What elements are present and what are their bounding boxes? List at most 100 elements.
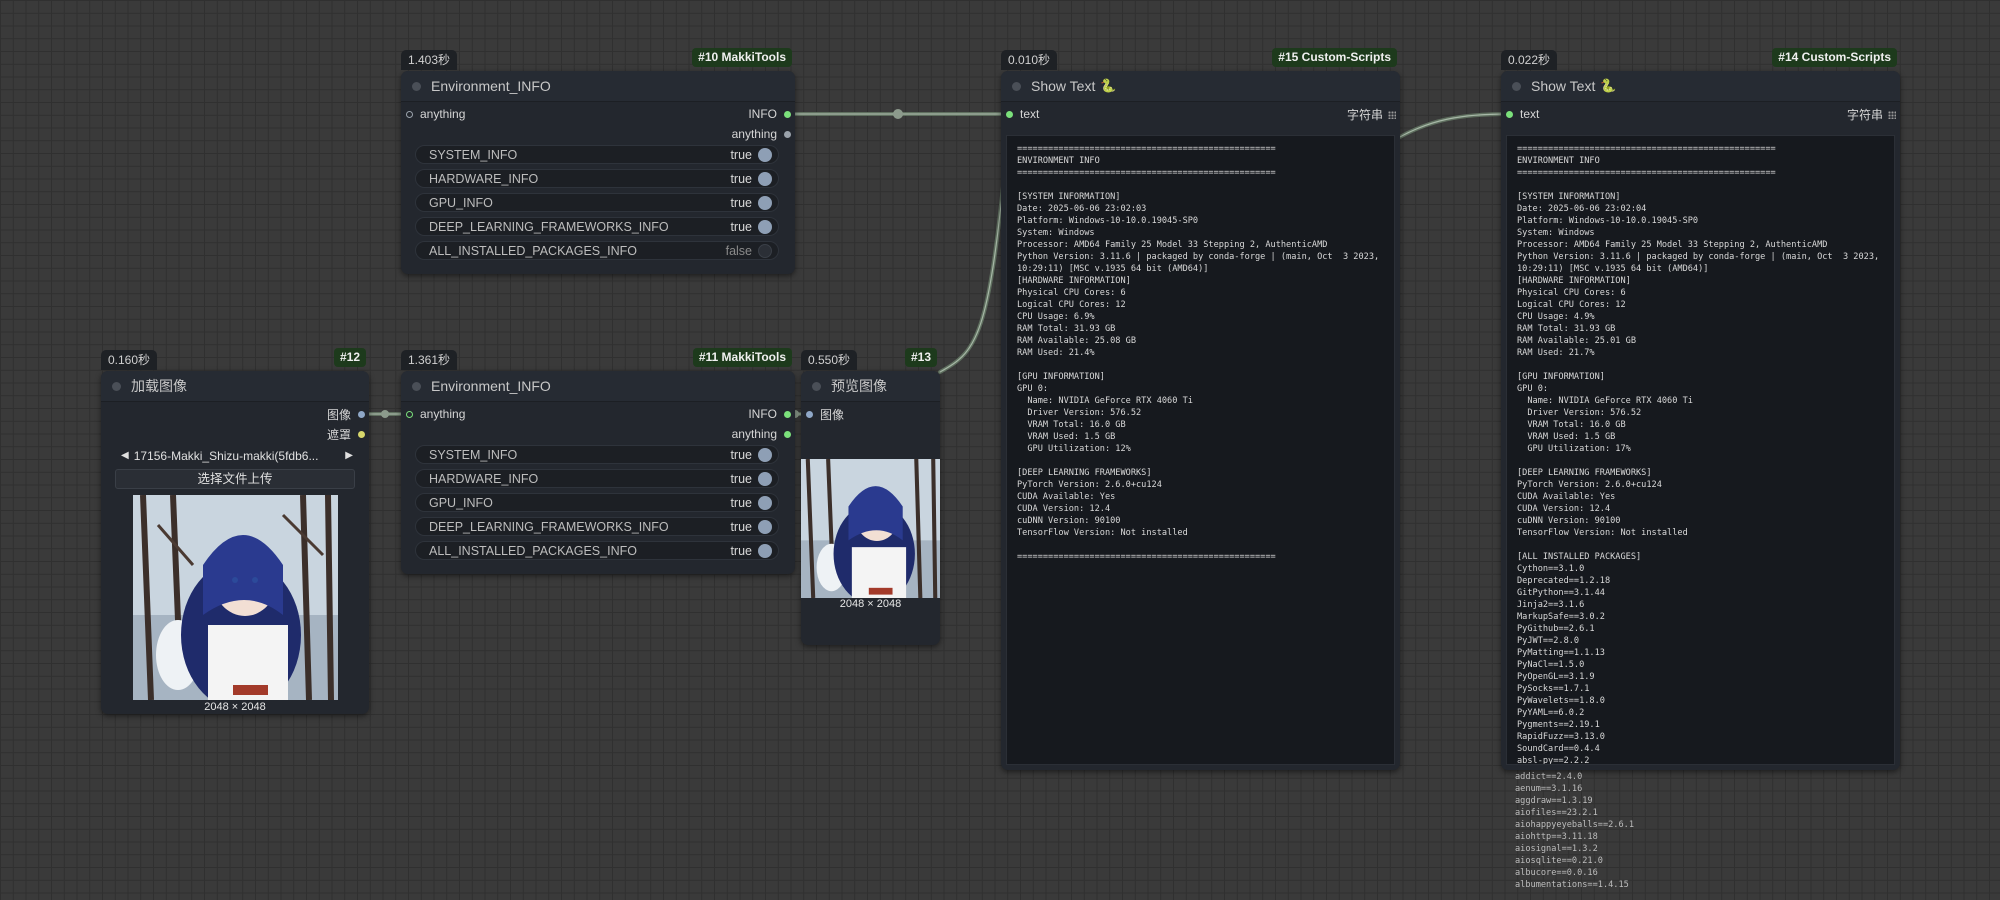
- output-connector-icon[interactable]: [784, 130, 791, 138]
- execution-time-badge: 1.403秒: [401, 50, 458, 70]
- node-header[interactable]: 预览图像: [801, 371, 940, 402]
- toggle-on-icon[interactable]: [758, 195, 772, 210]
- input-connector-icon[interactable]: [1506, 110, 1513, 118]
- output-label: anything: [731, 127, 777, 141]
- output-label: 图像: [326, 407, 351, 422]
- widget-label: HARDWARE_INFO: [429, 171, 539, 186]
- widget-value: true: [730, 447, 752, 462]
- node-title: Environment_INFO: [431, 378, 551, 394]
- output-label: INFO: [748, 407, 777, 421]
- output-slot-mask[interactable]: 遮罩: [327, 426, 365, 442]
- image-dimensions: 2048 × 2048: [839, 598, 902, 610]
- node-load-image-12[interactable]: 0.160秒 #12 加载图像 图像 遮罩 ◀ 17156-Makki_Shiz…: [101, 348, 369, 714]
- node-title: 预览图像: [831, 378, 887, 394]
- collapse-toggle-icon[interactable]: [412, 81, 421, 91]
- text-output-area[interactable]: ========================================…: [1006, 135, 1395, 765]
- node-header[interactable]: Environment_INFO: [401, 371, 795, 402]
- node-environment-info-11[interactable]: 1.361秒 #11 MakkiTools Environment_INFO a…: [401, 348, 795, 574]
- input-connector-icon[interactable]: [406, 410, 413, 418]
- widget-label: ALL_INSTALLED_PACKAGES_INFO: [429, 543, 637, 558]
- input-slot-image[interactable]: 图像: [806, 406, 844, 422]
- input-slot-text[interactable]: text: [1506, 106, 1539, 122]
- toggle-system-info[interactable]: SYSTEM_INFO true: [415, 445, 779, 464]
- node-preview-image-13[interactable]: 0.550秒 #13 预览图像 图像 2048 × 2048: [801, 348, 940, 645]
- node-title: Show Text: [1531, 78, 1596, 94]
- input-slot-anything[interactable]: anything: [406, 406, 465, 422]
- node-header[interactable]: Environment_INFO: [401, 71, 795, 102]
- link-reroute-point: [893, 109, 903, 119]
- collapse-toggle-icon[interactable]: [1012, 81, 1021, 91]
- node-title: 加载图像: [131, 378, 187, 394]
- upload-file-button[interactable]: 选择文件上传: [115, 469, 355, 489]
- output-connector-icon[interactable]: [784, 430, 791, 438]
- execution-time-badge: 0.010秒: [1001, 50, 1058, 70]
- arrow-right-icon[interactable]: ▶: [345, 450, 353, 461]
- input-slot-anything[interactable]: anything: [406, 106, 465, 122]
- toggle-off-icon[interactable]: [758, 243, 772, 258]
- toggle-on-icon[interactable]: [758, 519, 772, 534]
- text-output-area[interactable]: ========================================…: [1506, 135, 1895, 765]
- widget-label: SYSTEM_INFO: [429, 447, 518, 462]
- toggle-gpu-info[interactable]: GPU_INFO true: [415, 193, 779, 212]
- toggle-on-icon[interactable]: [758, 495, 772, 510]
- output-label: anything: [731, 427, 777, 441]
- input-connector-icon[interactable]: [1006, 110, 1013, 118]
- toggle-on-icon[interactable]: [758, 543, 772, 558]
- input-label: text: [1020, 107, 1040, 121]
- execution-time-badge: 0.022秒: [1501, 50, 1558, 70]
- input-label: anything: [420, 407, 466, 421]
- output-slot-info[interactable]: INFO: [748, 106, 791, 122]
- output-connector-icon[interactable]: [784, 110, 791, 118]
- input-connector-icon[interactable]: [406, 110, 413, 118]
- toggle-on-icon[interactable]: [758, 147, 772, 162]
- toggle-deep-learning-frameworks-info[interactable]: DEEP_LEARNING_FRAMEWORKS_INFO true: [415, 517, 779, 536]
- node-header[interactable]: Show Text 🐍: [1501, 71, 1900, 102]
- text-output-content: ========================================…: [1017, 144, 1380, 562]
- output-slot-info[interactable]: INFO: [748, 406, 791, 422]
- node-environment-info-10[interactable]: 1.403秒 #10 MakkiTools Environment_INFO a…: [401, 48, 795, 274]
- input-connector-icon[interactable]: [806, 410, 813, 418]
- node-header[interactable]: 加载图像: [101, 371, 369, 402]
- widget-value: true: [730, 519, 752, 534]
- anime-girl-image: [801, 459, 940, 598]
- output-slot-anything[interactable]: anything: [732, 126, 791, 142]
- toggle-on-icon[interactable]: [758, 471, 772, 486]
- widget-label: HARDWARE_INFO: [429, 471, 539, 486]
- node-id-badge: #13: [904, 348, 937, 367]
- collapse-toggle-icon[interactable]: [1512, 81, 1521, 91]
- node-show-text-15[interactable]: 0.010秒 #15 Custom-Scripts Show Text 🐍 te…: [1001, 48, 1400, 770]
- toggle-deep-learning-frameworks-info[interactable]: DEEP_LEARNING_FRAMEWORKS_INFO true: [415, 217, 779, 236]
- preview-image: [801, 459, 940, 598]
- output-connector-icon[interactable]: [358, 410, 365, 418]
- toggle-gpu-info[interactable]: GPU_INFO true: [415, 493, 779, 512]
- output-label: 遮罩: [326, 427, 351, 442]
- toggle-all-installed-packages-info[interactable]: ALL_INSTALLED_PACKAGES_INFO false: [415, 241, 779, 260]
- output-connector-icon[interactable]: [784, 410, 791, 418]
- link-15-to-14: [1396, 112, 1510, 140]
- anime-girl-image: [133, 495, 338, 700]
- image-dimensions: 2048 × 2048: [204, 701, 266, 713]
- toggle-system-info[interactable]: SYSTEM_INFO true: [415, 145, 779, 164]
- toggle-on-icon[interactable]: [758, 447, 772, 462]
- toggle-all-installed-packages-info[interactable]: ALL_INSTALLED_PACKAGES_INFO true: [415, 541, 779, 560]
- output-slot-image[interactable]: 图像: [327, 406, 365, 422]
- node-id-badge: #15 Custom-Scripts: [1272, 48, 1397, 67]
- output-connector-icon[interactable]: [358, 430, 365, 438]
- input-slot-text[interactable]: text: [1006, 106, 1039, 122]
- toggle-on-icon[interactable]: [758, 219, 772, 234]
- output-slot-anything[interactable]: anything: [732, 426, 791, 442]
- node-header[interactable]: Show Text 🐍: [1001, 71, 1400, 102]
- selected-file-name: 17156-Makki_Shizu-makki(5fdb6...: [133, 448, 319, 463]
- execution-time-badge: 0.160秒: [101, 350, 158, 370]
- toggle-hardware-info[interactable]: HARDWARE_INFO true: [415, 469, 779, 488]
- toggle-on-icon[interactable]: [758, 171, 772, 186]
- collapse-toggle-icon[interactable]: [812, 381, 821, 391]
- toggle-hardware-info[interactable]: HARDWARE_INFO true: [415, 169, 779, 188]
- collapse-toggle-icon[interactable]: [412, 381, 421, 391]
- arrow-left-icon[interactable]: ◀: [121, 450, 129, 461]
- output-label: INFO: [748, 107, 777, 121]
- collapse-toggle-icon[interactable]: [112, 381, 121, 391]
- image-file-selector[interactable]: ◀ 17156-Makki_Shizu-makki(5fdb6... ▶: [121, 446, 353, 465]
- output-type-label: 字符串: [1347, 106, 1396, 123]
- node-show-text-14[interactable]: 0.022秒 #14 Custom-Scripts Show Text 🐍 te…: [1501, 48, 1900, 770]
